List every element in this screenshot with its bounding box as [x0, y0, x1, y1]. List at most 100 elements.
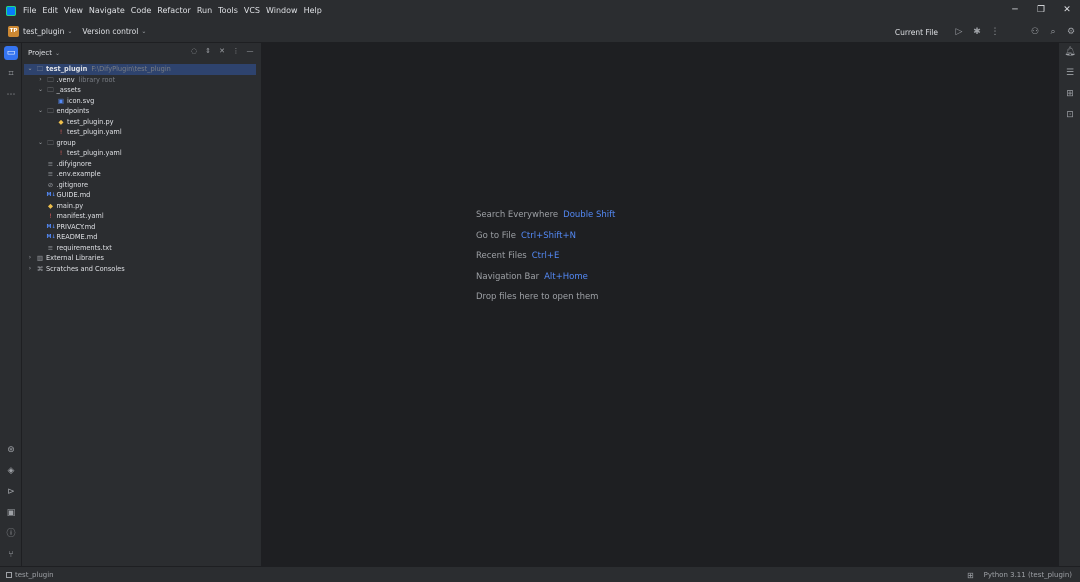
ai-assistant-icon[interactable]: ⊞: [1063, 89, 1077, 99]
chevron-down-icon[interactable]: ⌄: [55, 50, 60, 57]
git-icon[interactable]: ⑂: [4, 548, 18, 562]
tree-item-label: test_plugin.yaml: [67, 128, 122, 136]
menu-navigate[interactable]: Navigate: [89, 6, 125, 15]
tree-item[interactable]: › ▥ External Libraries: [22, 253, 262, 264]
menu-view[interactable]: View: [64, 6, 83, 15]
tree-item[interactable]: M↓ PRIVACY.md: [22, 222, 262, 233]
menu-file[interactable]: File: [23, 6, 36, 15]
tree-item[interactable]: ⌄ 🗀︎ group: [22, 138, 262, 149]
yaml-file-icon: !: [49, 212, 52, 220]
title-bar: File Edit View Navigate Code Refactor Run Tools…: [0, 0, 1080, 21]
user-icon[interactable]: ⚇: [1026, 27, 1044, 37]
chevron-down-icon[interactable]: ⌄: [37, 106, 45, 117]
menu-vcs[interactable]: VCS: [244, 6, 260, 15]
project-badge[interactable]: TP: [8, 26, 19, 37]
editor-hint: Go to File Ctrl+Shift+N: [476, 230, 615, 251]
tree-item[interactable]: ! test_plugin.yaml: [22, 127, 262, 138]
interpreter-selector[interactable]: Python 3.11 (test_plugin): [984, 571, 1072, 579]
tree-item[interactable]: ◆ main.py: [22, 201, 262, 212]
ai-status-icon[interactable]: ⊞: [967, 571, 974, 580]
project-tool-icon[interactable]: ▭: [4, 46, 18, 60]
tree-item[interactable]: ◆ test_plugin.py: [22, 117, 262, 128]
chevron-right-icon[interactable]: ›: [37, 75, 45, 86]
tree-item[interactable]: ⊘ .gitignore: [22, 180, 262, 191]
more-icon[interactable]: ⋮: [986, 27, 1004, 37]
expand-all-icon[interactable]: ⇕: [201, 47, 215, 55]
tree-item[interactable]: M↓ README.md: [22, 232, 262, 243]
markdown-file-icon: M↓: [46, 234, 56, 240]
structure-icon[interactable]: ⌗: [4, 67, 18, 81]
restore-icon[interactable]: ❐: [1028, 0, 1054, 21]
collapse-all-icon[interactable]: ✕: [215, 47, 229, 55]
run-config-selector[interactable]: Current File: [895, 28, 938, 37]
problems-icon[interactable]: ⓘ: [4, 527, 18, 541]
chevron-down-icon[interactable]: ⌄: [141, 28, 146, 35]
tree-item-label: .venv: [56, 75, 75, 84]
hint-shortcut[interactable]: Ctrl+Shift+N: [521, 231, 576, 241]
tree-item-label: .difyignore: [56, 159, 92, 168]
chevron-right-icon[interactable]: ›: [26, 264, 34, 275]
tree-item[interactable]: › ⌘ Scratches and Consoles: [22, 264, 262, 275]
project-panel: Project ⌄ ◌ ⇕ ✕ ⋮ — ⌄ 🗀︎ test_plugin F:\Dif…: [22, 43, 262, 566]
tree-item[interactable]: ⌄ 🗀︎ test_plugin F:\DifyPlugin\test_plugin: [24, 64, 256, 75]
tree-item[interactable]: ! manifest.yaml: [22, 211, 262, 222]
locate-icon[interactable]: ◌: [187, 47, 201, 55]
folder-icon: 🗀︎: [47, 86, 54, 94]
search-icon[interactable]: ⌕: [1044, 27, 1062, 37]
status-bar: test_plugin ⊞ Python 3.11 (test_plugin): [0, 566, 1080, 582]
run-icon[interactable]: ▷: [950, 27, 968, 37]
more-tools-icon[interactable]: ⋯: [4, 88, 18, 102]
menu-edit[interactable]: Edit: [42, 6, 58, 15]
chevron-down-icon[interactable]: ⌄: [37, 85, 45, 96]
tree-item[interactable]: ▣ icon.svg: [22, 96, 262, 107]
menu-tools[interactable]: Tools: [218, 6, 238, 15]
tree-item[interactable]: ≡ requirements.txt: [22, 243, 262, 254]
tree-item[interactable]: ⌄ 🗀︎ _assets: [22, 85, 262, 96]
menu-code[interactable]: Code: [131, 6, 151, 15]
tree-item[interactable]: ≡ .difyignore: [22, 159, 262, 170]
hide-icon[interactable]: —: [243, 47, 257, 55]
layers-icon[interactable]: ◈: [4, 464, 18, 478]
editor-hint: Navigation Bar Alt+Home: [476, 271, 615, 292]
chevron-right-icon[interactable]: ›: [26, 253, 34, 264]
chevron-down-icon[interactable]: ⌄: [37, 138, 45, 149]
vcs-widget[interactable]: Version control: [82, 27, 138, 36]
tree-item[interactable]: ! test_plugin.yaml: [22, 148, 262, 159]
project-switcher[interactable]: test_plugin: [23, 27, 64, 36]
notifications-icon[interactable]: 🔔︎: [1063, 47, 1077, 57]
terminal-icon[interactable]: ▣: [4, 506, 18, 520]
tree-item-label: .gitignore: [56, 180, 89, 189]
database-icon[interactable]: ☰: [1063, 68, 1077, 78]
options-icon[interactable]: ⋮: [229, 47, 243, 55]
chevron-down-icon[interactable]: ⌄: [67, 28, 72, 35]
editor-area[interactable]: Search Everywhere Double Shift Go to File C…: [263, 43, 1058, 566]
services-icon[interactable]: ⊳: [4, 485, 18, 499]
hint-shortcut[interactable]: Alt+Home: [544, 272, 588, 282]
close-icon[interactable]: ✕: [1054, 0, 1080, 21]
copilot-icon[interactable]: ⊡: [1063, 110, 1077, 120]
menu-window[interactable]: Window: [266, 6, 298, 15]
chevron-down-icon[interactable]: ⌄: [26, 64, 34, 75]
project-view-selector[interactable]: Project: [28, 49, 52, 57]
menu-refactor[interactable]: Refactor: [157, 6, 191, 15]
image-file-icon: ▣: [57, 96, 65, 105]
left-tool-strip: ▭ ⌗ ⋯ ⊛ ◈ ⊳ ▣ ⓘ ⑂: [0, 43, 22, 566]
tree-item-label: main.py: [56, 201, 84, 210]
debug-icon[interactable]: ✱: [968, 27, 986, 37]
hint-shortcut[interactable]: Double Shift: [563, 210, 615, 220]
minimize-icon[interactable]: ─: [1002, 0, 1028, 21]
library-icon: ▥: [36, 254, 44, 262]
menu-help[interactable]: Help: [304, 6, 322, 15]
ide-window: File Edit View Navigate Code Refactor Run Tools…: [0, 0, 1080, 582]
settings-icon[interactable]: ⚙: [1062, 27, 1080, 37]
tree-item[interactable]: › 🗀︎ .venv library root: [22, 75, 262, 86]
tree-item-label: test_plugin.py: [67, 117, 114, 126]
toolbar-right: Current File ▷ ✱ ⋮ ⚇ ⌕ ⚙: [895, 21, 1080, 43]
tree-item[interactable]: ⌄ 🗀︎ endpoints: [22, 106, 262, 117]
hint-shortcut[interactable]: Ctrl+E: [532, 251, 560, 261]
python-packages-icon[interactable]: ⊛: [4, 443, 18, 457]
status-breadcrumb[interactable]: test_plugin: [6, 571, 54, 579]
tree-item[interactable]: M↓ GUIDE.md: [22, 190, 262, 201]
tree-item[interactable]: ≡ .env.example: [22, 169, 262, 180]
menu-run[interactable]: Run: [197, 6, 212, 15]
